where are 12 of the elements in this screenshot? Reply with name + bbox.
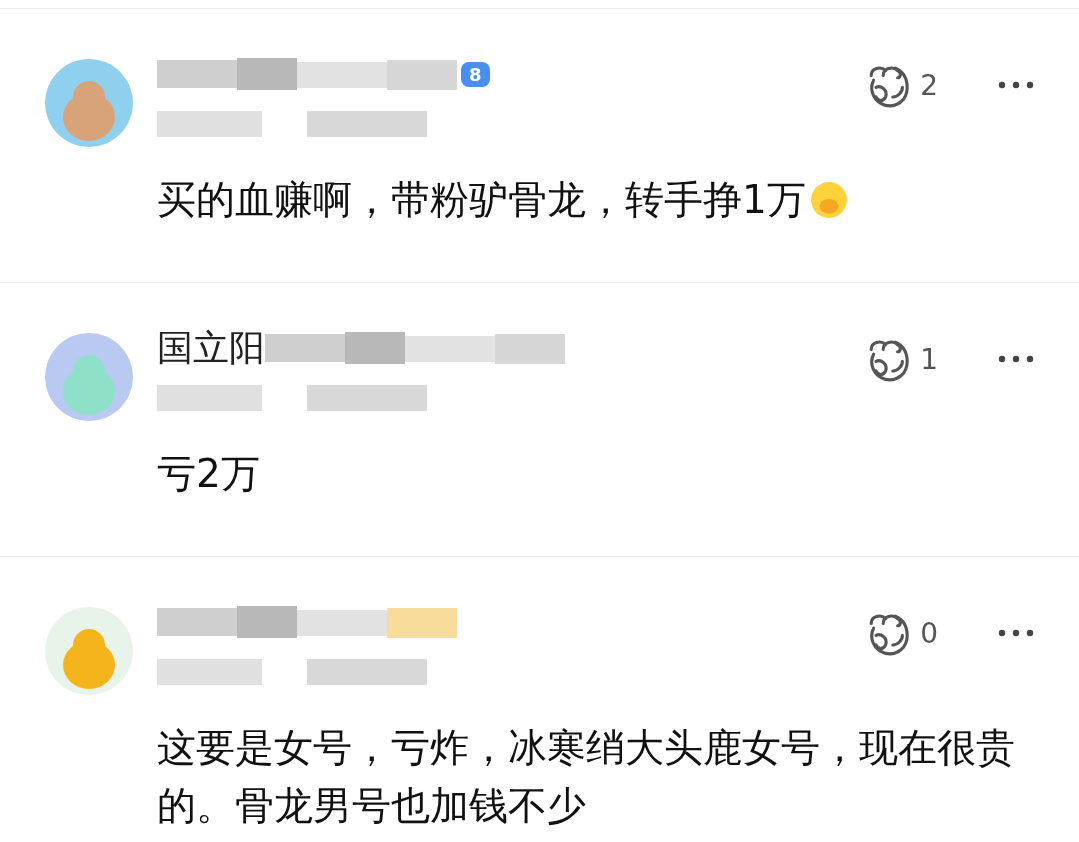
emoji-icon [809,181,848,219]
more-icon [998,355,1034,363]
like-button[interactable]: 1 [864,335,938,383]
level-badge: 8 [461,61,490,87]
comment-text: 这要是女号，亏炸，冰寒绡大头鹿女号，现在很贵的。骨龙男号也加钱不少 [157,725,1015,828]
comment-text: 亏2万 [157,451,260,496]
user-name[interactable]: 国立阳 [157,323,265,373]
like-button[interactable]: 0 [864,609,938,657]
more-icon [998,629,1034,637]
comment-text: 买的血赚啊，带粉驴骨龙，转手挣1万 [157,177,806,222]
like-button[interactable]: 2 [864,61,938,109]
more-icon [998,81,1034,89]
